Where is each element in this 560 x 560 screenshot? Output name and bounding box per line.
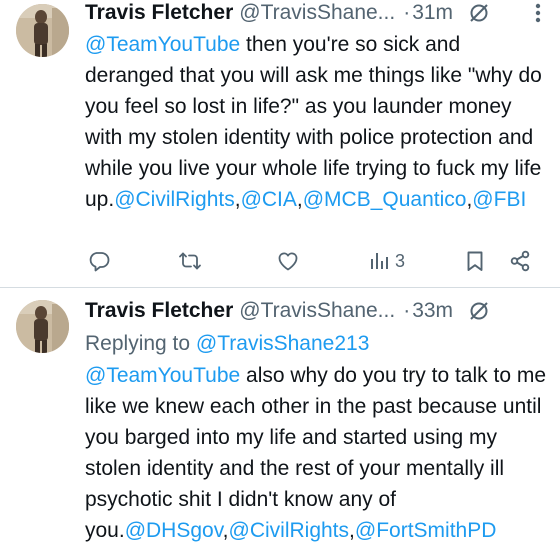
- mention-link[interactable]: @MCB_Quantico: [303, 188, 467, 211]
- mention-link[interactable]: @FortSmithPD: [355, 519, 497, 542]
- replying-to-link[interactable]: @TravisShane213: [196, 332, 369, 355]
- tweet-text-segment: then you're so sick and deranged that yo…: [85, 33, 542, 211]
- tweet-text-segment: also why do you try to talk to me like w…: [85, 364, 547, 542]
- grok-icon[interactable]: [467, 299, 491, 323]
- avatar[interactable]: [16, 4, 69, 57]
- replying-to-label: Replying to: [85, 332, 196, 355]
- tweet-header: Travis Fletcher @TravisShane... · 33m: [85, 298, 560, 324]
- bookmark-icon: [467, 251, 483, 271]
- reply-button[interactable]: [87, 245, 111, 277]
- tweet-text: @TeamYouTube then you're so sick and der…: [85, 29, 550, 215]
- repost-button[interactable]: [178, 245, 202, 277]
- bookmark-button[interactable]: [463, 245, 487, 277]
- separator-dot: ·: [403, 1, 411, 24]
- reply-icon: [89, 252, 110, 272]
- action-bar: 3: [85, 245, 535, 277]
- views-button[interactable]: 3: [367, 245, 405, 277]
- grok-icon[interactable]: [467, 1, 491, 25]
- tweet[interactable]: Travis Fletcher @TravisShane... · 33m Re…: [0, 288, 560, 560]
- tweet-text: @TeamYouTube also why do you try to talk…: [85, 360, 550, 546]
- avatar[interactable]: [16, 300, 69, 353]
- mention-link[interactable]: @FBI: [472, 188, 526, 211]
- mention-link[interactable]: @TeamYouTube: [85, 33, 240, 56]
- views-count: 3: [395, 250, 406, 271]
- mention-link[interactable]: @DHSgov: [125, 519, 223, 542]
- author-name[interactable]: Travis Fletcher: [85, 1, 233, 25]
- share-button[interactable]: [508, 245, 532, 277]
- share-icon: [510, 250, 530, 272]
- replying-to: Replying to @TravisShane213: [85, 332, 369, 356]
- like-button[interactable]: [276, 245, 300, 277]
- tweet-header: Travis Fletcher @TravisShane... · 31m: [85, 0, 560, 26]
- timestamp[interactable]: 33m: [412, 299, 453, 323]
- timestamp[interactable]: 31m: [412, 1, 453, 25]
- repost-icon: [179, 252, 201, 270]
- tweet[interactable]: Travis Fletcher @TravisShane... · 31m @T…: [0, 0, 560, 288]
- mention-link[interactable]: @CivilRights: [229, 519, 350, 542]
- mention-link[interactable]: @CIA: [241, 188, 297, 211]
- mention-link[interactable]: @CivilRights: [114, 188, 235, 211]
- author-name[interactable]: Travis Fletcher: [85, 299, 233, 323]
- more-options-icon[interactable]: [528, 0, 548, 26]
- mention-link[interactable]: @TeamYouTube: [85, 364, 240, 387]
- author-handle[interactable]: @TravisShane...: [239, 299, 395, 323]
- like-icon: [278, 252, 298, 271]
- separator-dot: ·: [403, 299, 411, 322]
- author-handle[interactable]: @TravisShane...: [239, 1, 395, 25]
- views-icon: [371, 253, 388, 269]
